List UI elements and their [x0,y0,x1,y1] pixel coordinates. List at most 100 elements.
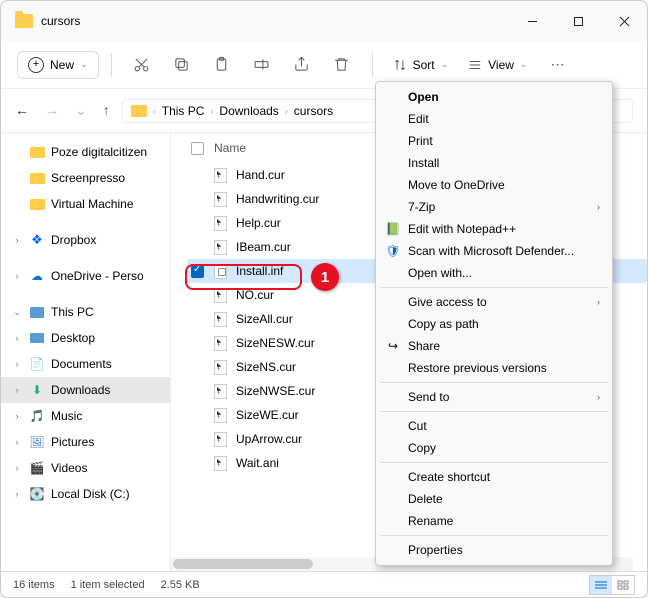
sidebar-label: Documents [51,357,112,371]
sidebar-item-pictures[interactable]: ›🖼Pictures [1,429,170,455]
rename-button[interactable] [244,49,280,81]
back-button[interactable]: ← [15,102,29,119]
cm-edit[interactable]: Edit [378,108,610,130]
file-name: Wait.ani [236,456,279,470]
cm-copy[interactable]: Copy [378,437,610,459]
cursor-file-icon [214,456,227,471]
copy-button[interactable] [164,49,200,81]
thumbnails-view-button[interactable] [612,576,634,594]
cm-label: Edit with Notepad++ [408,222,516,236]
cm-restore[interactable]: Restore previous versions [378,357,610,379]
cm-copy-path[interactable]: Copy as path [378,313,610,335]
sidebar-label: Music [51,409,82,423]
minimize-button[interactable] [509,1,555,41]
sort-label: Sort [413,58,435,72]
cm-label: 7-Zip [408,200,435,214]
status-selected: 1 item selected [71,579,145,591]
sidebar-item-music[interactable]: ›🎵Music [1,403,170,429]
cursor-file-icon [214,168,227,183]
recent-button[interactable]: ⌄ [75,102,87,119]
file-checkbox[interactable] [191,265,204,278]
context-menu: Open Edit Print Install Move to OneDrive… [375,81,613,566]
new-button[interactable]: + New ⌄ [17,51,99,79]
cursor-file-icon [214,288,227,303]
cursor-file-icon [214,336,227,351]
sidebar-item-videos[interactable]: ›🎬Videos [1,455,170,481]
file-name: SizeNESW.cur [236,336,315,350]
column-name[interactable]: Name [214,141,246,155]
cm-label: Move to OneDrive [408,178,505,192]
chevron-down-icon: ⌄ [441,59,449,70]
sidebar-item-desktop[interactable]: ›Desktop [1,325,170,351]
select-all-checkbox[interactable] [191,142,204,155]
file-name: IBeam.cur [236,240,291,254]
maximize-button[interactable] [555,1,601,41]
sidebar-item-vm[interactable]: Virtual Machine [1,191,170,217]
cursor-file-icon [214,216,227,231]
chevron-down-icon: ⌄ [520,59,528,70]
cm-label: Copy [408,441,436,455]
sidebar-label: Virtual Machine [51,197,134,211]
file-name: Install.inf [236,264,283,278]
close-button[interactable] [601,1,647,41]
file-name: SizeNS.cur [236,360,296,374]
cm-label: Restore previous versions [408,361,547,375]
sort-button[interactable]: Sort ⌄ [385,53,457,77]
cm-install[interactable]: Install [378,152,610,174]
cm-defender[interactable]: 🛡Scan with Microsoft Defender... [378,240,610,262]
details-view-button[interactable] [590,576,612,594]
view-button[interactable]: View ⌄ [460,53,535,77]
folder-icon [15,14,33,28]
cm-give-access[interactable]: Give access to› [378,291,610,313]
delete-button[interactable] [324,49,360,81]
share-button[interactable] [284,49,320,81]
sidebar-item-documents[interactable]: ›📄Documents [1,351,170,377]
window-title: cursors [41,14,80,28]
cm-7zip[interactable]: 7-Zip› [378,196,610,218]
sidebar-label: Downloads [51,383,110,397]
cm-cut[interactable]: Cut [378,415,610,437]
cm-label: Open with... [408,266,472,280]
cm-open[interactable]: Open [378,86,610,108]
breadcrumb-thispc[interactable]: This PC [162,104,205,118]
up-button[interactable]: ↑ [103,102,110,119]
cut-button[interactable] [124,49,160,81]
cm-label: Print [408,134,433,148]
sidebar-item-onedrive[interactable]: ›☁OneDrive - Perso [1,263,170,289]
more-button[interactable]: ⋯ [539,49,575,81]
cm-print[interactable]: Print [378,130,610,152]
notepadpp-icon: 📗 [385,221,401,237]
breadcrumb-downloads[interactable]: Downloads [219,104,278,118]
forward-button[interactable]: → [45,102,59,119]
cm-label: Copy as path [408,317,479,331]
sidebar-item-dropbox[interactable]: ›❖Dropbox [1,227,170,253]
cm-delete[interactable]: Delete [378,488,610,510]
view-toggle[interactable] [589,575,635,595]
sidebar-label: Dropbox [51,233,96,247]
file-name: Help.cur [236,216,281,230]
file-name: Handwriting.cur [236,192,319,206]
sidebar-item-localdisk[interactable]: ›💽Local Disk (C:) [1,481,170,507]
cm-rename[interactable]: Rename [378,510,610,532]
cm-move-onedrive[interactable]: Move to OneDrive [378,174,610,196]
cm-label: Give access to [408,295,487,309]
sidebar-item-thispc[interactable]: ⌄This PC [1,299,170,325]
cm-label: Rename [408,514,453,528]
paste-button[interactable] [204,49,240,81]
folder-icon [131,105,147,117]
sidebar-label: This PC [51,305,94,319]
sidebar-item-downloads[interactable]: ›⬇Downloads [1,377,170,403]
cm-shortcut[interactable]: Create shortcut [378,466,610,488]
sidebar-item-poze[interactable]: Poze digitalcitizen [1,139,170,165]
documents-icon: 📄 [29,356,45,372]
cm-openwith[interactable]: Open with... [378,262,610,284]
sidebar-item-screenpresso[interactable]: Screenpresso [1,165,170,191]
sort-icon [393,58,407,72]
cm-properties[interactable]: Properties [378,539,610,561]
cm-sendto[interactable]: Send to› [378,386,610,408]
cursor-file-icon [214,360,227,375]
desktop-icon [30,333,44,343]
cm-notepadpp[interactable]: 📗 Edit with Notepad++ [378,218,610,240]
cm-share[interactable]: ↪Share [378,335,610,357]
breadcrumb-cursors[interactable]: cursors [294,104,333,118]
